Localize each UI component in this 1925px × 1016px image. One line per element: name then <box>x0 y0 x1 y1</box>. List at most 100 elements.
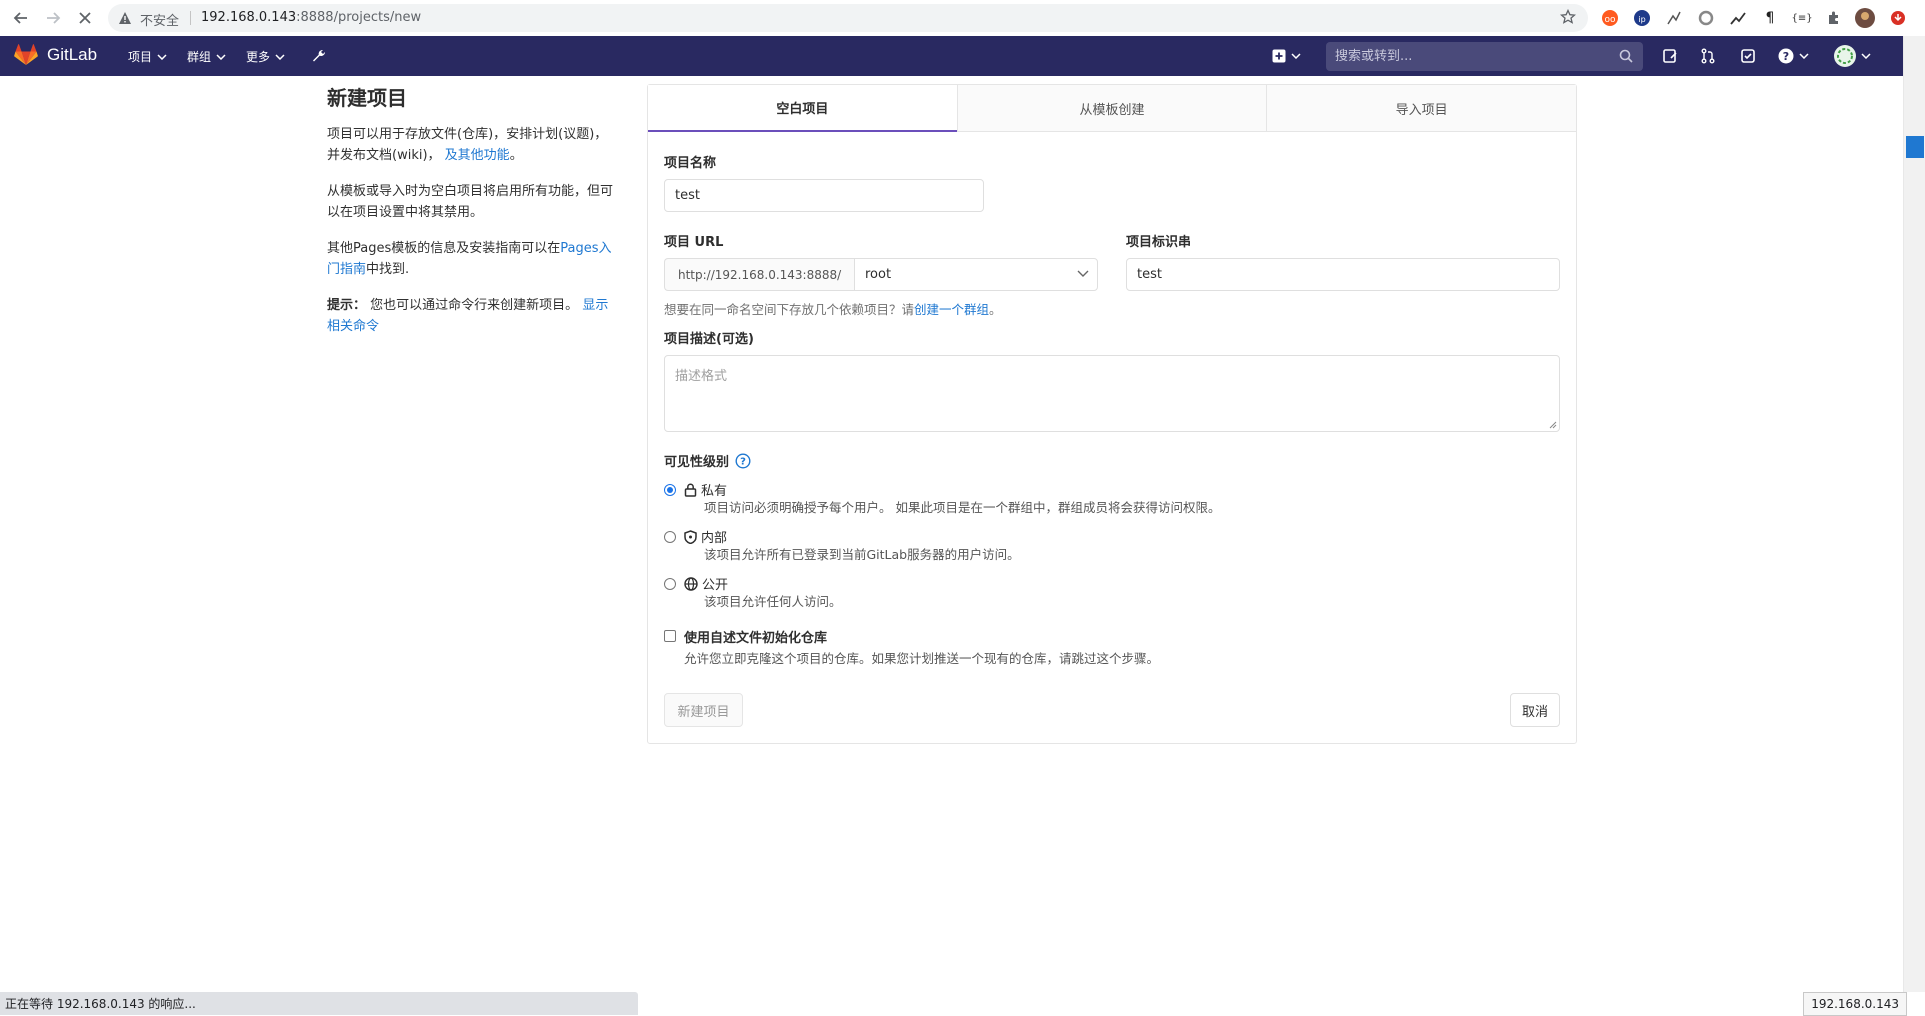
internal-description: 该项目允许所有已登录到当前GitLab服务器的用户访问。 <box>704 547 1020 562</box>
user-avatar-icon <box>1834 45 1856 67</box>
extension-json-icon[interactable]: {≡} <box>1791 8 1812 28</box>
intro-paragraph-2: 从模板或导入时为空白项目将启用所有功能，但可以在项目设置中将其禁用。 <box>327 184 614 220</box>
description-placeholder: 描述格式 <box>675 369 728 384</box>
private-radio[interactable] <box>664 484 676 496</box>
browser-toolbar: 不安全 192.168.0.143:8888/projects/new oo i… <box>0 0 1925 37</box>
private-description: 项目访问必须明确授予每个用户。 如果此项目是在一个群组中，群组成员将会获得访问权… <box>704 500 1221 515</box>
create-project-button[interactable]: 新建项目 <box>664 693 743 727</box>
readme-option[interactable]: 使用自述文件初始化仓库 允许您立即克隆这个项目的仓库。如果您计划推送一个现有的仓… <box>664 627 1564 667</box>
intro-paragraph-1: 项目可以用于存放文件(仓库)，安排计划(议题)，并发布文档(wiki)， 及其他… <box>327 124 617 166</box>
question-circle-icon: ? <box>735 452 751 469</box>
merge-requests-icon[interactable] <box>1700 46 1716 66</box>
url-host: 192.168.0.143 <box>201 10 297 25</box>
new-item-dropdown[interactable] <box>1272 46 1301 66</box>
menu-groups-label: 群组 <box>187 50 212 64</box>
svg-text:oo: oo <box>1604 15 1616 25</box>
gitlab-logo[interactable]: GitLab <box>14 44 97 66</box>
namespace-select[interactable]: root <box>854 258 1098 291</box>
intro-text-3-end: 中找到. <box>366 262 410 277</box>
internal-radio[interactable] <box>664 531 676 543</box>
url-prefix: http://192.168.0.143:8888/ <box>664 258 854 291</box>
profile-avatar[interactable] <box>1855 8 1875 28</box>
more-features-link[interactable]: 及其他功能 <box>445 148 510 163</box>
svg-text:?: ? <box>1783 50 1789 63</box>
page-scrollbar[interactable] <box>1903 36 1925 992</box>
issues-icon[interactable] <box>1662 46 1678 66</box>
visibility-internal-option[interactable]: 内部 该项目允许所有已登录到当前GitLab服务器的用户访问。 <box>664 527 1564 563</box>
visibility-public-option[interactable]: 公开 该项目允许任何人访问。 <box>664 574 1564 610</box>
lock-icon <box>684 483 697 497</box>
help-dropdown[interactable]: ? <box>1778 46 1809 66</box>
extension-ip-icon[interactable]: ip <box>1632 8 1652 28</box>
chevron-down-icon <box>157 53 167 60</box>
brand-name: GitLab <box>47 45 98 64</box>
stop-loading-button[interactable] <box>74 7 96 29</box>
chevron-down-icon <box>216 53 226 60</box>
help-icon: ? <box>1778 48 1794 64</box>
project-type-tabs: 空白项目 从模板创建 导入项目 <box>648 85 1577 132</box>
svg-text:?: ? <box>740 456 746 467</box>
back-arrow-icon <box>13 12 27 24</box>
public-description: 该项目允许任何人访问。 <box>704 594 842 609</box>
project-url-label: 项目 URL <box>664 235 724 250</box>
create-group-link[interactable]: 创建一个群组 <box>914 302 989 317</box>
extension-chart-icon[interactable] <box>1664 8 1684 28</box>
extension-pilcrow-icon[interactable]: ¶ <box>1760 8 1780 28</box>
group-help-end: 。 <box>989 302 1002 317</box>
close-icon <box>79 12 91 24</box>
link-hover-status: 192.168.0.143 <box>1803 992 1907 1016</box>
plus-square-icon <box>1272 49 1286 63</box>
intro-paragraph-3: 其他Pages模板的信息及安装指南可以在Pages入门指南中找到. <box>327 238 617 280</box>
admin-wrench-icon[interactable] <box>311 46 327 66</box>
readme-label: 使用自述文件初始化仓库 <box>684 631 828 646</box>
intro-text-3: 其他Pages模板的信息及安装指南可以在 <box>327 241 561 256</box>
warning-icon <box>118 10 132 29</box>
scrollbar-thumb[interactable] <box>1906 136 1924 158</box>
update-icon[interactable] <box>1888 8 1908 28</box>
visibility-heading: 可见性级别 ? <box>664 451 751 470</box>
readme-checkbox[interactable] <box>664 630 676 642</box>
tab-blank-project[interactable]: 空白项目 <box>648 85 957 132</box>
menu-projects[interactable]: 项目 <box>128 48 167 65</box>
extension-circle-icon[interactable] <box>1696 8 1716 28</box>
menu-groups[interactable]: 群组 <box>187 48 226 65</box>
url-path: :8888/projects/new <box>296 10 422 25</box>
new-project-panel: 空白项目 从模板创建 导入项目 项目名称 test 项目 URL http://… <box>647 84 1577 744</box>
search-box[interactable] <box>1326 42 1643 71</box>
tab-from-template[interactable]: 从模板创建 <box>956 85 1267 132</box>
menu-more-label: 更多 <box>246 50 271 64</box>
group-help-text: 想要在同一命名空间下存放几个依赖项目？请创建一个群组。 <box>664 299 1002 318</box>
gitlab-tanuki-icon <box>14 44 38 65</box>
visibility-private-option[interactable]: 私有 项目访问必须明确授予每个用户。 如果此项目是在一个群组中，群组成员将会获得… <box>664 480 1564 516</box>
page-title: 新建项目 <box>327 86 407 110</box>
forward-button[interactable] <box>42 7 64 29</box>
public-radio[interactable] <box>664 578 676 590</box>
todos-icon[interactable] <box>1740 46 1756 66</box>
description-textarea[interactable]: 描述格式 <box>664 355 1560 432</box>
extension-infinity-icon[interactable]: oo <box>1600 8 1620 28</box>
gitlab-navbar: GitLab 项目 群组 更多 ? <box>0 36 1904 76</box>
intro-column: 新建项目 项目可以用于存放文件(仓库)，安排计划(议题)，并发布文档(wiki)… <box>327 84 617 352</box>
menu-projects-label: 项目 <box>128 50 153 64</box>
back-button[interactable] <box>10 7 32 29</box>
tab-import-project[interactable]: 导入项目 <box>1266 85 1577 132</box>
project-name-input[interactable]: test <box>664 179 984 212</box>
extension-trend-icon[interactable] <box>1728 8 1748 28</box>
menu-more[interactable]: 更多 <box>246 48 285 65</box>
extensions-puzzle-icon[interactable] <box>1824 8 1844 28</box>
visibility-label: 可见性级别 <box>664 455 730 470</box>
intro-text-1-end: 。 <box>509 148 523 163</box>
chevron-down-icon <box>275 53 285 60</box>
bookmark-star-icon[interactable] <box>1559 8 1577 29</box>
user-menu[interactable] <box>1834 45 1871 67</box>
readme-description: 允许您立即克隆这个项目的仓库。如果您计划推送一个现有的仓库，请跳过这个步骤。 <box>684 651 1160 666</box>
address-bar[interactable]: 不安全 192.168.0.143:8888/projects/new <box>108 4 1588 32</box>
cancel-button[interactable]: 取消 <box>1510 693 1560 727</box>
chevron-down-icon <box>1291 53 1301 59</box>
project-slug-input[interactable]: test <box>1126 258 1560 291</box>
search-input[interactable] <box>1326 42 1624 71</box>
intro-tip: 提示： 您也可以通过命令行来创建新项目。 显示相关命令 <box>327 295 617 337</box>
globe-icon <box>684 576 698 591</box>
chevron-down-icon <box>1077 270 1089 277</box>
shield-icon <box>684 529 697 544</box>
